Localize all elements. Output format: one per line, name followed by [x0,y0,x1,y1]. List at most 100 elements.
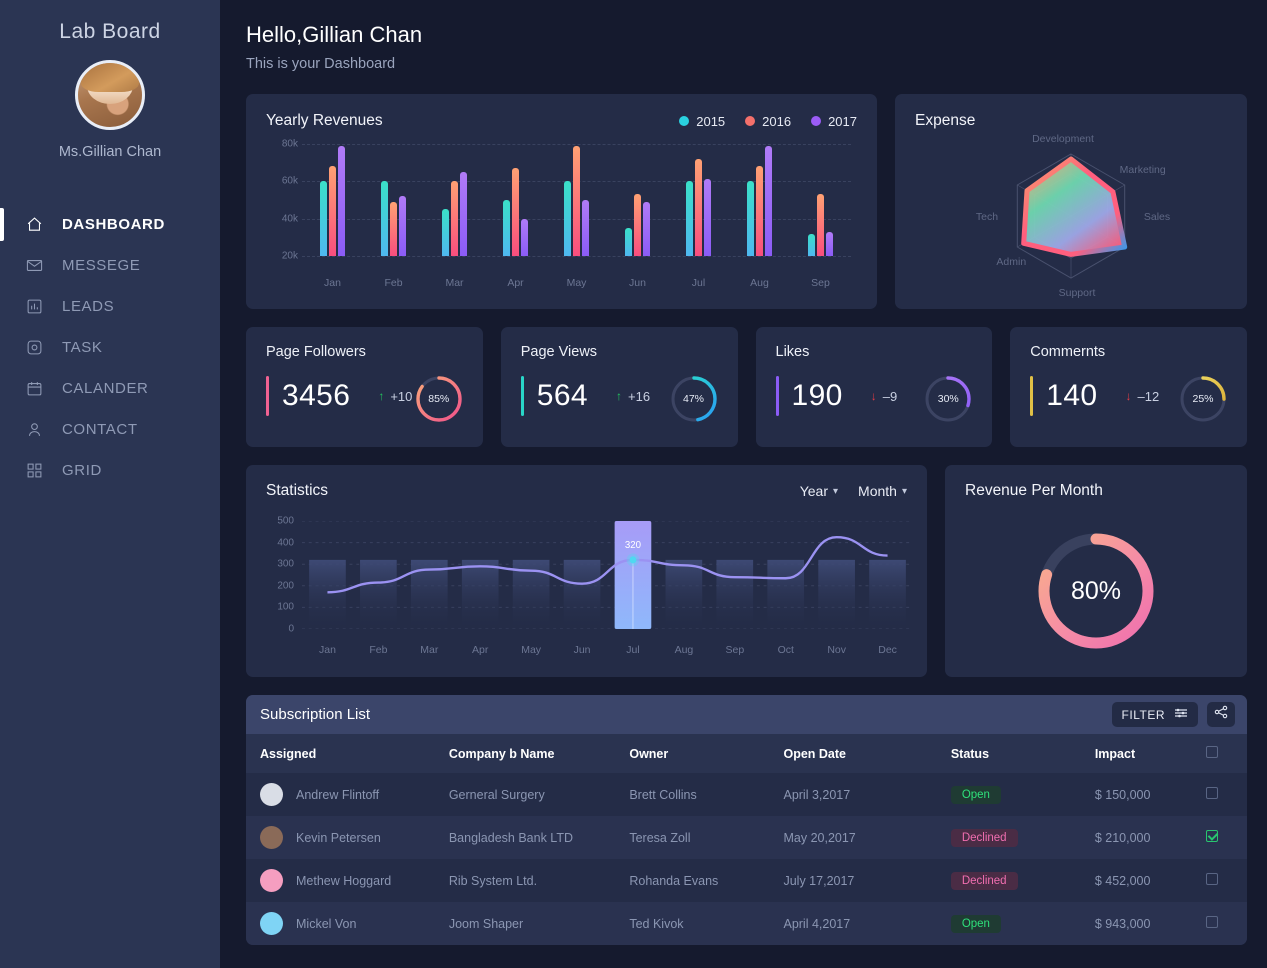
select-all-checkbox[interactable] [1206,746,1219,758]
col-select-all[interactable] [1206,734,1247,773]
line-y-tick: 100 [277,601,294,613]
bar [826,231,833,256]
cell-open-date: July 17,2017 [783,873,855,888]
bar [338,145,345,256]
table-row[interactable]: Methew Hoggard Rib System Ltd. Rohanda Eva… [246,859,1247,902]
revenue-donut-chart: 80% [1032,527,1160,655]
line-x-tick: Nov [827,644,847,656]
cell-impact: $ 210,000 [1094,830,1151,845]
cell-assigned: Methew Hoggard [246,859,449,902]
cell-owner: Ted Kivok [629,916,684,931]
arrow-up-icon: ↑ [378,389,385,403]
status-badge: Declined [950,871,1018,890]
cell-select[interactable] [1206,816,1247,859]
radar-axis-label: Development [1032,133,1094,145]
cell-assigned: Kevin Petersen [246,816,449,859]
bar-group [302,144,363,256]
bar [695,158,702,256]
status-badge: Open [950,914,1001,933]
bar-group [607,144,668,256]
cell-select[interactable] [1206,859,1247,902]
bar [765,145,772,256]
yearly-revenues-legend: 2015 2016 2017 [679,114,857,129]
sidebar-item-task[interactable]: TASK [0,327,220,368]
table-row[interactable]: Kevin Petersen Bangladesh Bank LTD Teresa … [246,816,1247,859]
bar-x-tick: May [566,277,587,289]
main-content: Hello,Gillian Chan This is your Dashboar… [220,0,1267,968]
bar-group [546,144,607,256]
background-column [563,559,601,629]
bar-chart-plot [302,144,851,257]
bar-groups [302,144,851,256]
chart-bar-icon [24,297,44,317]
legend-item-2015[interactable]: 2015 [679,114,725,129]
assigned-user: Mickel Von [260,912,449,935]
cell-select[interactable] [1206,773,1247,816]
subscription-toolbar: Subscription List FILTER [246,695,1247,734]
table-row[interactable]: Andrew Flintoff Gerneral Surgery Brett Col… [246,773,1247,816]
sidebar-item-messege[interactable]: MESSEGE [0,245,220,286]
cell-owner: Brett Collins [629,787,697,802]
kpi-title: Page Views [520,344,598,360]
sidebar-item-label: TASK [62,339,103,356]
charts-row-top: Yearly Revenues 2015 2016 2017 80k 60k 4… [246,94,1247,309]
cell-assigned: Andrew Flintoff [246,773,449,816]
kpi-value: 190 [791,379,843,412]
cell-select[interactable] [1206,902,1247,945]
cell-owner: Rohanda Evans [629,873,719,888]
row-checkbox[interactable] [1206,916,1219,928]
radar-axis-label: Marketing [1120,164,1166,176]
sidebar-item-dashboard[interactable]: DASHBOARD [0,204,220,245]
avatar [260,783,283,806]
bar-group [790,144,851,256]
bar [564,181,571,256]
expense-title: Expense [915,112,976,129]
subscription-table-body: Andrew Flintoff Gerneral Surgery Brett Col… [246,773,1247,945]
profile-username: Ms.Gillian Chan [58,144,162,160]
row-checkbox[interactable] [1206,873,1219,885]
month-select[interactable]: Month ▾ [858,483,907,499]
gridline [302,256,851,257]
line-y-tick: 200 [277,580,294,592]
kpi-accent-bar [1030,376,1034,416]
month-select-label: Month [858,483,897,499]
bar-y-tick: 80k [281,138,298,150]
sidebar-item-label: LEADS [62,298,115,315]
sidebar-item-contact[interactable]: CONTACT [0,409,220,450]
assigned-name: Kevin Petersen [296,830,381,845]
legend-label: 2017 [828,113,857,129]
sidebar-item-leads[interactable]: LEADS [0,286,220,327]
assigned-user: Andrew Flintoff [260,783,449,806]
row-checkbox[interactable] [1206,830,1219,842]
kpi-title: Likes [775,344,810,360]
year-select[interactable]: Year ▾ [800,483,838,499]
kpi-delta: ↓ –12 [1126,389,1160,404]
sidebar-item-calander[interactable]: CALANDER [0,368,220,409]
cell-status: Declined [950,816,1095,859]
cell-impact: $ 943,000 [1094,916,1151,931]
revenue-per-month-title: Revenue Per Month [965,482,1103,499]
line-x-tick: Aug [674,644,694,656]
page-title: Hello,Gillian Chan [246,22,423,47]
bar [634,194,641,256]
sidebar-item-label: CONTACT [62,421,138,438]
legend-item-2016[interactable]: 2016 [745,114,791,129]
share-button[interactable] [1207,702,1235,727]
bar [399,196,406,256]
bar [573,145,580,256]
arrow-up-icon: ↑ [616,389,623,403]
sidebar-item-grid[interactable]: GRID [0,450,220,491]
background-column [767,559,805,629]
sidebar-item-label: CALANDER [62,380,149,397]
bar [521,218,528,256]
bar [817,194,824,256]
cell-impact: $ 150,000 [1094,787,1151,802]
yearly-revenues-card: Yearly Revenues 2015 2016 2017 80k 60k 4… [246,94,877,309]
filter-button[interactable]: FILTER [1111,702,1198,727]
table-row[interactable]: Mickel Von Joom Shaper Ted Kivok April 4,20… [246,902,1247,945]
row-checkbox[interactable] [1206,787,1219,799]
bar-y-tick: 20k [281,250,298,262]
bar [808,233,815,256]
legend-item-2017[interactable]: 2017 [811,114,857,129]
bar-chart-x-axis: Jan Feb Mar Apr May Jun Jul Aug Sep [302,277,851,289]
